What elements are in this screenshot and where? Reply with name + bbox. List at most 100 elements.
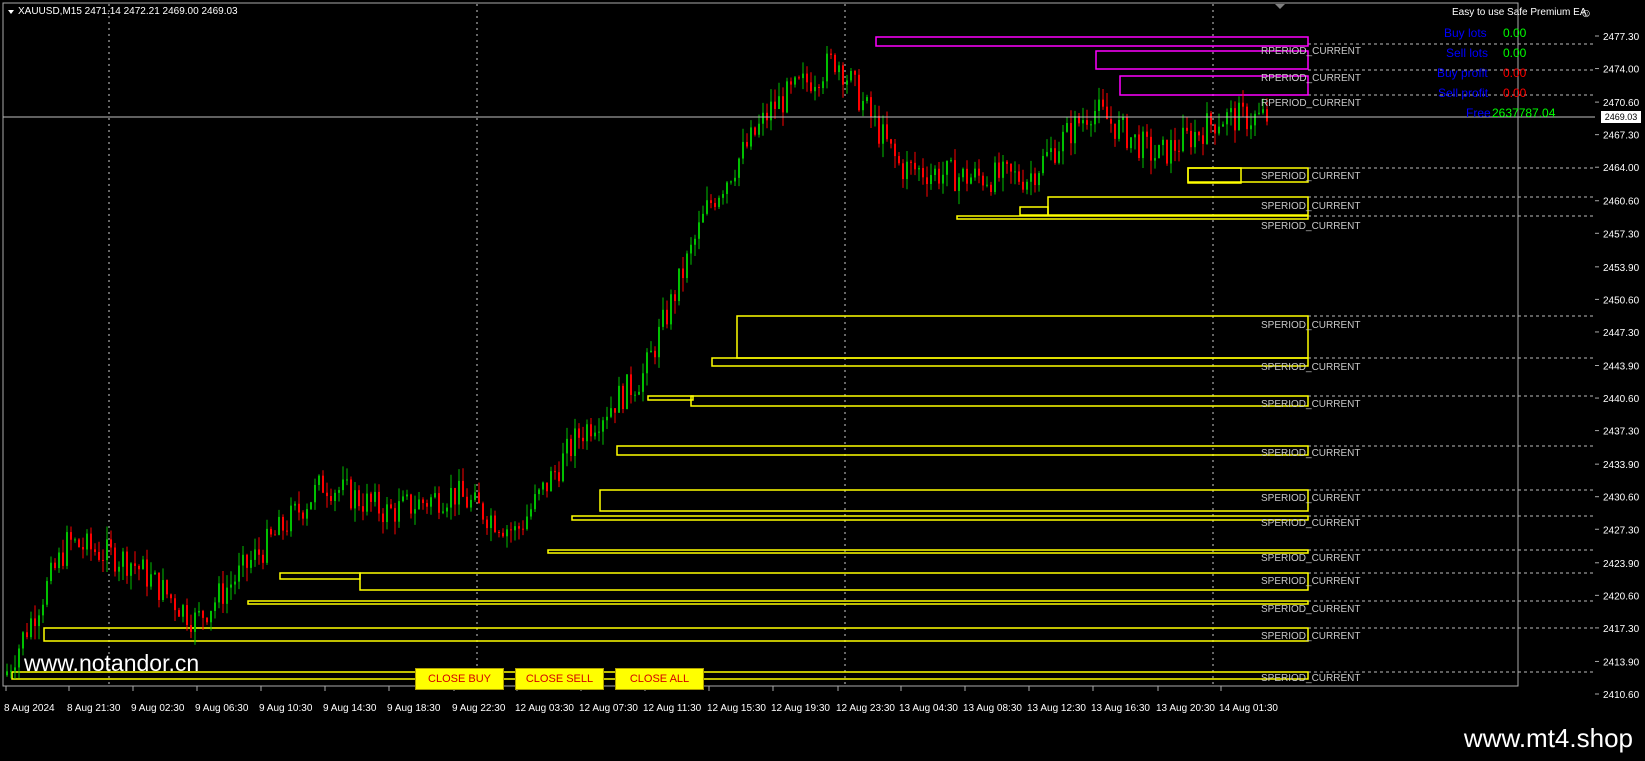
- candle-body: [718, 197, 720, 207]
- candle-body: [790, 81, 792, 85]
- candle-body: [938, 168, 940, 184]
- candle-body: [974, 168, 976, 178]
- candle-body: [666, 309, 668, 325]
- zone-label: SPERIOD_CURRENT: [1261, 576, 1360, 587]
- candle-body: [810, 82, 812, 92]
- candle-body: [794, 77, 796, 85]
- candle-body: [1006, 161, 1008, 164]
- candle-body: [1026, 181, 1028, 190]
- zone-label: RPERIOD_CURRENT: [1261, 98, 1361, 109]
- sell-lots-label: Sell lots: [1446, 46, 1489, 60]
- price-tick-label: 2443.90: [1603, 361, 1640, 372]
- candle-body: [358, 490, 360, 507]
- candle-body: [498, 532, 500, 534]
- candle-body: [82, 547, 84, 550]
- candle-body: [1022, 181, 1024, 190]
- candle-body: [654, 350, 656, 358]
- candle-body: [138, 565, 140, 570]
- candle-body: [334, 492, 336, 501]
- candle-body: [330, 496, 332, 501]
- candle-body: [62, 552, 64, 566]
- candle-body: [482, 503, 484, 520]
- watermark-right: www.mt4.shop: [1463, 723, 1633, 753]
- candle-body: [338, 490, 340, 493]
- candle-body: [962, 168, 964, 178]
- candle-body: [990, 184, 992, 193]
- candle-body: [1246, 106, 1248, 130]
- price-chart[interactable]: RPERIOD_CURRENT RPERIOD_CURRENT RPERIOD_CU…: [0, 0, 1645, 761]
- price-tick-label: 2417.30: [1603, 624, 1640, 635]
- candle-body: [26, 632, 28, 638]
- candle-body: [1038, 173, 1040, 186]
- candle-body: [222, 583, 224, 604]
- candle-body: [898, 156, 900, 164]
- candle-body: [458, 480, 460, 505]
- candle-body: [610, 408, 612, 417]
- candle-body: [746, 141, 748, 147]
- close-sell-button[interactable]: CLOSE SELL: [515, 668, 604, 690]
- candle-body: [946, 160, 948, 175]
- zone-label: SPERIOD_CURRENT: [1261, 221, 1360, 232]
- candle-body: [502, 532, 504, 537]
- close-all-button[interactable]: CLOSE ALL: [615, 668, 704, 690]
- candle-body: [950, 160, 952, 162]
- candle-body: [22, 632, 24, 649]
- candle-body: [1198, 132, 1200, 136]
- candle-body: [230, 584, 232, 588]
- candle-body: [1174, 140, 1176, 151]
- candle-body: [1186, 127, 1188, 131]
- candle-body: [722, 194, 724, 198]
- candle-body: [738, 158, 740, 178]
- candle-body: [906, 161, 908, 180]
- candle-body: [1234, 108, 1236, 131]
- candle-body: [570, 438, 572, 456]
- price-tick-label: 2464.00: [1603, 163, 1640, 174]
- candle-body: [342, 479, 344, 491]
- candle-body: [418, 499, 420, 510]
- candle-body: [1002, 161, 1004, 178]
- candle-body: [10, 670, 12, 672]
- candle-body: [602, 420, 604, 432]
- candle-body: [246, 554, 248, 568]
- candle-body: [282, 516, 284, 531]
- candle-body: [634, 394, 636, 396]
- candle-body: [374, 491, 376, 502]
- candle-body: [126, 551, 128, 576]
- candle-body: [710, 200, 712, 204]
- candle-body: [558, 472, 560, 482]
- candle-body: [94, 549, 96, 552]
- close-buy-button[interactable]: CLOSE BUY: [415, 668, 504, 690]
- candle-body: [1138, 134, 1140, 158]
- candle-body: [234, 581, 236, 585]
- candle-body: [242, 554, 244, 566]
- candle-body: [818, 86, 820, 89]
- candle-body: [98, 551, 100, 560]
- candle-body: [46, 581, 48, 605]
- candle-body: [798, 77, 800, 79]
- zone-label: SPERIOD_CURRENT: [1261, 448, 1360, 459]
- candle-body: [238, 565, 240, 582]
- ea-name-label: Easy to use Safe Premium EA: [1452, 7, 1587, 18]
- candle-body: [422, 499, 424, 504]
- candle-body: [1010, 163, 1012, 172]
- candle-body: [1170, 140, 1172, 164]
- buy-profit-value: 0.00: [1503, 66, 1527, 80]
- candle-body: [182, 605, 184, 617]
- candle-body: [350, 479, 352, 509]
- candle-body: [866, 97, 868, 101]
- zone-label: RPERIOD_CURRENT: [1261, 46, 1361, 57]
- candle-body: [1030, 173, 1032, 182]
- candle-body: [1070, 123, 1072, 144]
- candle-body: [966, 168, 968, 184]
- candle-body: [1166, 139, 1168, 164]
- candle-body: [214, 602, 216, 611]
- candle-body: [730, 181, 732, 183]
- candle-body: [870, 97, 872, 117]
- candle-body: [706, 200, 708, 214]
- candle-body: [490, 515, 492, 529]
- candle-body: [854, 70, 856, 75]
- zone-label: RPERIOD_CURRENT: [1261, 73, 1361, 84]
- candle-body: [114, 547, 116, 572]
- candle-body: [170, 594, 172, 599]
- candle-body: [494, 515, 496, 533]
